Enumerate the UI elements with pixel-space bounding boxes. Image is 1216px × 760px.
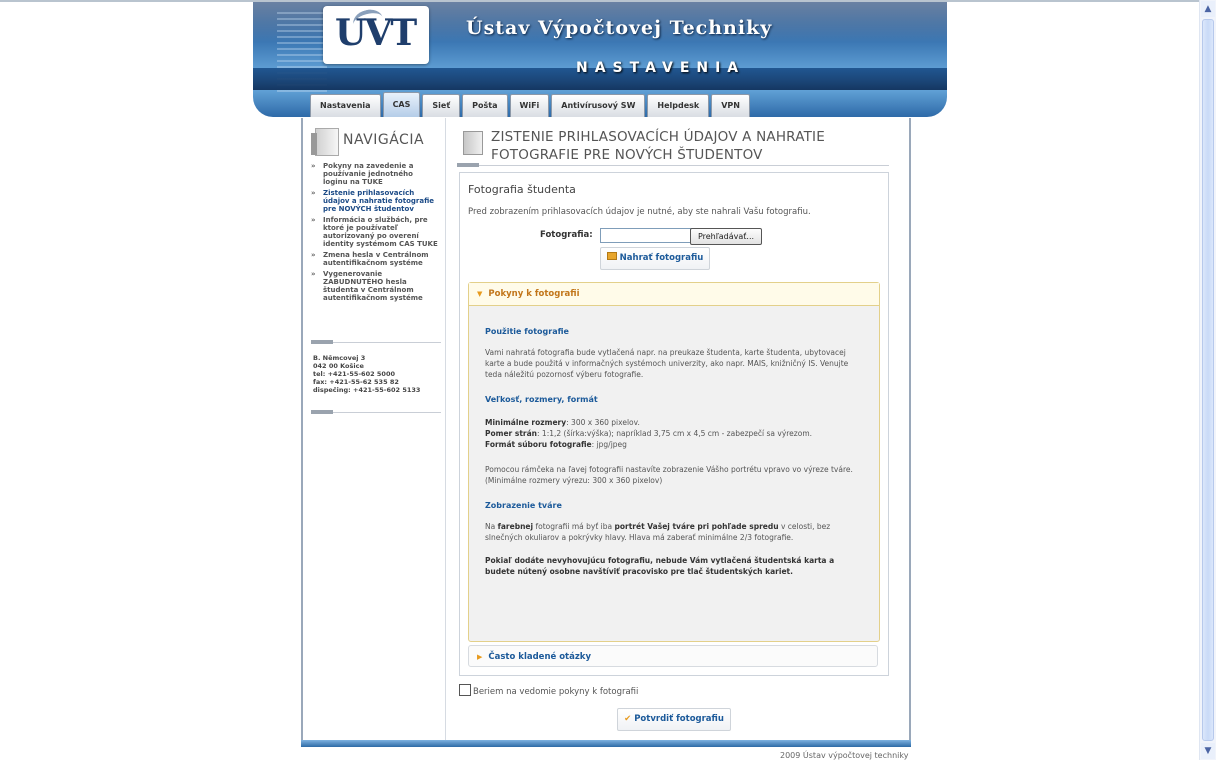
nav-item-pokyny[interactable]: Pokyny na zavedenie a používanie jednotn…	[311, 162, 439, 186]
file-path-input[interactable]	[600, 228, 694, 243]
scroll-up-icon[interactable]: ▲	[1201, 1, 1215, 17]
image-icon	[606, 252, 617, 260]
book-icon	[311, 128, 339, 156]
accordion-title: Pokyny k fotografii	[488, 289, 580, 299]
left-navigation: NAVIGÁCIA Pokyny na zavedenie a používan…	[305, 118, 446, 740]
scroll-down-icon[interactable]: ▼	[1201, 743, 1215, 759]
uvt-logo[interactable]: UVT	[323, 6, 429, 64]
nav-divider-bottom	[311, 410, 441, 414]
accordion-photo-instructions: ▼ Pokyny k fotografii Použitie fotografie…	[468, 282, 880, 642]
agree-row: Beriem na vedomie pokyny k fotografii	[459, 684, 638, 697]
crop-min-size: (Minimálne rozmery výrezu: 300 x 360 pix…	[485, 476, 663, 485]
crop-instruction: Pomocou rámčeka na ľavej fotografii nast…	[485, 465, 853, 474]
logo-text: UVT	[335, 12, 417, 54]
title-divider	[457, 163, 889, 167]
tab-antivirus[interactable]: Antivírusový SW	[551, 94, 646, 117]
main-tabs: Nastavenia CAS Sieť Pošta WiFi Antivírus…	[310, 92, 750, 118]
nav-list: Pokyny na zavedenie a používanie jednotn…	[311, 162, 439, 305]
heading-face: Zobrazenie tváre	[485, 501, 562, 510]
tab-cas[interactable]: CAS	[382, 92, 421, 117]
section-title: Fotografia študenta	[468, 183, 576, 196]
face-text-part: Na	[485, 522, 498, 531]
accordion-body: Použitie fotografie Vami nahratá fotogra…	[469, 306, 879, 577]
site-subtitle: NASTAVENIA	[576, 60, 746, 76]
min-size-value: : 300 x 360 pixelov.	[566, 418, 640, 427]
vertical-scrollbar[interactable]: ▲ ▼	[1199, 0, 1216, 760]
tab-posta[interactable]: Pošta	[462, 94, 508, 117]
nav-item-zmena-hesla[interactable]: Zmena hesla v Centrálnom autentifikačnom…	[311, 251, 439, 267]
face-text-bold: farebnej	[497, 522, 534, 531]
tab-vpn[interactable]: VPN	[711, 94, 750, 117]
face-text: Na farebnej fotografii má byť iba portré…	[485, 521, 863, 543]
contact-address: B. Němcovej 3 042 00 Košice tel: +421-55…	[313, 354, 420, 394]
triangle-right-icon: ▶	[477, 653, 483, 661]
nav-item-vygenerovanie[interactable]: Vygenerovanie ZABUDNUTÉHO hesla študenta…	[311, 270, 439, 302]
page-title: ZISTENIE PRIHLASOVACÍCH ÚDAJOV A NAHRATI…	[491, 129, 825, 163]
divider-mark	[311, 340, 333, 344]
divider-mark	[457, 163, 479, 167]
accordion-header-instructions[interactable]: ▼ Pokyny k fotografii	[469, 283, 879, 306]
address-street: B. Němcovej 3	[313, 354, 366, 362]
nav-title: NAVIGÁCIA	[343, 132, 425, 148]
nav-divider	[311, 340, 441, 344]
ratio-label: Pomer strán	[485, 429, 538, 438]
heading-size: Veľkosť, rozmery, formát	[485, 395, 598, 404]
address-tel: tel: +421-55-602 5000	[313, 370, 395, 378]
upload-label: Nahrať fotografiu	[619, 253, 704, 263]
face-text-part: fotografii má byť iba	[533, 522, 615, 531]
warning-bold: Pokiaľ dodáte nevyhovujúcu fotografiu, n…	[485, 556, 835, 576]
agree-checkbox[interactable]	[459, 684, 471, 696]
browse-button[interactable]: Prehľadávať...	[690, 228, 762, 245]
photo-form: Fotografia študenta Pred zobrazením prih…	[459, 172, 889, 676]
nav-item-informacia[interactable]: Informácia o službách, pre ktoré je použ…	[311, 216, 439, 248]
tab-helpdesk[interactable]: Helpdesk	[647, 94, 710, 117]
agree-label[interactable]: Beriem na vedomie pokyny k fotografii	[473, 687, 638, 697]
address-dispecing: dispečing: +421-55-602 5133	[313, 386, 421, 394]
site-title: Ústav Výpočtovej Techniky	[466, 17, 773, 39]
format-value: : jpg/jpeg	[591, 440, 627, 449]
triangle-down-icon: ▼	[477, 290, 483, 298]
min-size-label: Minimálne rozmery	[485, 418, 567, 427]
tab-nastavenia[interactable]: Nastavenia	[310, 94, 381, 117]
address-city: 042 00 Košice	[313, 362, 364, 370]
checkmark-icon: ✔	[624, 714, 632, 724]
size-details: Minimálne rozmery: 300 x 360 pixelov. Po…	[485, 417, 863, 450]
footer-copyright: 2009 Ústav výpočtovej techniky	[780, 751, 909, 760]
divider-mark	[311, 410, 333, 414]
usage-text: Vami nahratá fotografia bude vytlačená n…	[485, 348, 849, 379]
page-icon	[463, 131, 483, 155]
tab-siet[interactable]: Sieť	[422, 94, 461, 117]
confirm-label: Potvrdiť fotografiu	[634, 714, 724, 724]
heading-usage: Použitie fotografie	[485, 327, 569, 336]
nav-item-zistenie[interactable]: Zistenie prihlasovacích údajov a nahrati…	[311, 189, 439, 213]
face-text-bold: portrét Vašej tváre pri pohľade spredu	[614, 522, 779, 531]
confirm-photo-button[interactable]: ✔ Potvrdiť fotografiu	[617, 708, 731, 731]
accordion-faq[interactable]: ▶ Často kladené otázky	[468, 645, 878, 667]
crop-text: Pomocou rámčeka na ľavej fotografii nast…	[485, 464, 863, 486]
address-fax: fax: +421-55-62 535 82	[313, 378, 399, 386]
ratio-value: : 1:1,2 (šírka:výška); napríklad 3,75 cm…	[537, 429, 813, 438]
faq-title: Často kladené otázky	[488, 652, 591, 662]
bottom-bar	[301, 740, 911, 747]
tab-wifi[interactable]: WiFi	[509, 94, 550, 117]
scrollbar-thumb[interactable]	[1202, 19, 1214, 741]
upload-photo-button[interactable]: Nahrať fotografiu	[600, 247, 710, 270]
intro-text: Pred zobrazením prihlasovacích údajov je…	[468, 207, 811, 217]
warning-text: Pokiaľ dodáte nevyhovujúcu fotografiu, n…	[485, 555, 863, 577]
photo-label: Fotografia:	[540, 230, 593, 240]
format-label: Formát súboru fotografie	[485, 440, 592, 449]
